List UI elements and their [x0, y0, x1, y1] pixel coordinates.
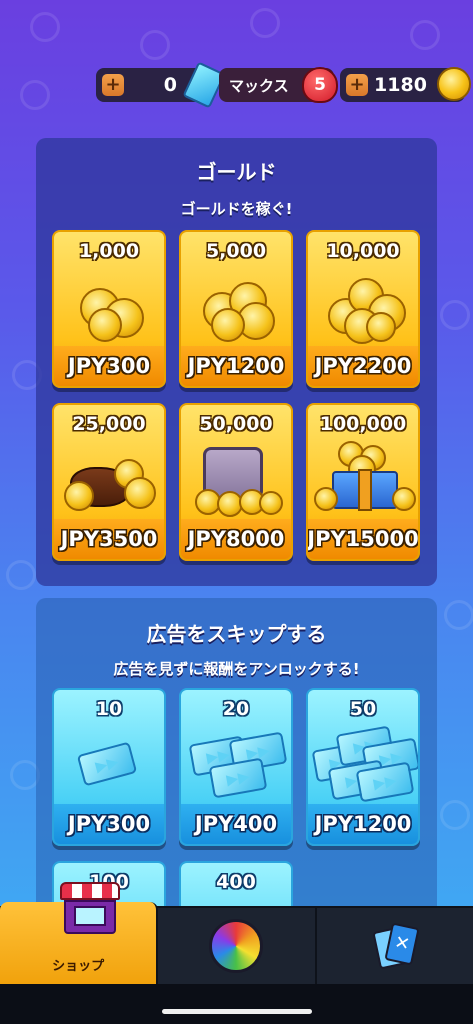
buy-button[interactable]: JPY3500	[54, 519, 164, 559]
gold-pack-50000[interactable]: 50,000 JPY8000	[179, 403, 293, 561]
lives-count: 5	[314, 75, 326, 95]
pack-amount: 50,000	[199, 413, 273, 435]
home-indicator[interactable]	[161, 1009, 312, 1014]
coin-pile-icon	[181, 268, 291, 346]
currency-bar: + 0 マックス 5 + 1180	[96, 61, 471, 109]
pack-amount: 20	[222, 698, 250, 720]
yarn-ball-icon	[209, 919, 264, 973]
gold-pack-5000[interactable]: 5,000 JPY1200	[179, 230, 293, 388]
gold-section-subtitle: ゴールドを稼ぐ!	[180, 200, 293, 218]
pack-amount: 400	[216, 871, 256, 893]
buy-button[interactable]: JPY300	[54, 804, 164, 844]
coin-safe-icon	[181, 441, 291, 519]
skip-ads-subtitle: 広告を見ずに報酬をアンロックする!	[113, 660, 360, 678]
tab-play[interactable]	[158, 908, 317, 984]
buy-button[interactable]: JPY1200	[308, 804, 418, 844]
bottom-navigation: ショップ ✕	[0, 882, 473, 984]
add-coins-button[interactable]: +	[346, 74, 369, 96]
pack-amount: 100,000	[319, 413, 407, 435]
tab-collection[interactable]: ✕	[317, 908, 473, 984]
add-tickets-button[interactable]: +	[102, 74, 124, 96]
coin-pile-icon	[54, 268, 164, 346]
pack-amount: 10,000	[326, 240, 400, 262]
heart-icon: 5	[302, 67, 339, 103]
buy-button[interactable]: JPY8000	[181, 519, 291, 559]
pack-amount: 5,000	[205, 240, 267, 262]
skip-ticket-icon: ▶▶	[54, 726, 164, 804]
skip-pack-10[interactable]: 10 ▶▶ JPY300	[52, 688, 166, 846]
home-indicator-area	[0, 984, 473, 1024]
coin-icon	[436, 67, 471, 101]
buy-button[interactable]: JPY15000	[308, 519, 418, 559]
ticket-count: 0	[163, 74, 178, 96]
coin-counter[interactable]: + 1180	[340, 67, 471, 102]
lives-counter[interactable]: マックス 5	[219, 67, 339, 103]
pack-amount: 10	[95, 698, 123, 720]
shop-icon	[60, 882, 120, 936]
skip-ticket-icon: ▶▶ ▶▶ ▶▶ ▶▶ ▶▶	[308, 725, 418, 804]
coin-count: 1180	[374, 74, 427, 96]
skip-ads-title: 広告をスキップする	[146, 622, 327, 646]
gold-pack-10000[interactable]: 10,000 JPY2200	[306, 230, 420, 388]
skip-ticket-icon: ▶▶ ▶▶ ▶▶	[181, 726, 291, 804]
coin-sack-icon	[54, 441, 164, 519]
pack-amount: 50	[349, 698, 377, 720]
gold-section: ゴールド ゴールドを稼ぐ! 1,000 JPY300 5,000 JPY1200…	[36, 138, 437, 586]
gold-pack-100000[interactable]: 100,000 JPY15000	[306, 403, 420, 561]
pack-amount: 1,000	[78, 240, 140, 262]
ticket-counter[interactable]: + 0	[96, 61, 226, 109]
skip-pack-20[interactable]: 20 ▶▶ ▶▶ ▶▶ JPY400	[179, 688, 293, 846]
buy-button[interactable]: JPY400	[181, 804, 291, 844]
lives-label: マックス	[229, 76, 289, 95]
tab-shop-label: ショップ	[52, 959, 105, 974]
skip-ads-section: 広告をスキップする 広告を見ずに報酬をアンロックする! 10 ▶▶ JPY300…	[36, 598, 437, 1019]
coin-pile-icon	[308, 268, 418, 346]
cards-icon: ✕	[372, 922, 420, 970]
pack-amount: 25,000	[72, 413, 146, 435]
gold-pack-25000[interactable]: 25,000 JPY3500	[52, 403, 166, 561]
buy-button[interactable]: JPY300	[54, 346, 164, 386]
tab-shop[interactable]: ショップ	[0, 882, 159, 984]
buy-button[interactable]: JPY1200	[181, 346, 291, 386]
gold-pack-1000[interactable]: 1,000 JPY300	[52, 230, 166, 388]
skip-pack-50[interactable]: 50 ▶▶ ▶▶ ▶▶ ▶▶ ▶▶ JPY1200	[306, 688, 420, 846]
treasure-chest-icon	[308, 441, 418, 519]
buy-button[interactable]: JPY2200	[308, 346, 418, 386]
gold-section-title: ゴールド	[196, 160, 277, 184]
